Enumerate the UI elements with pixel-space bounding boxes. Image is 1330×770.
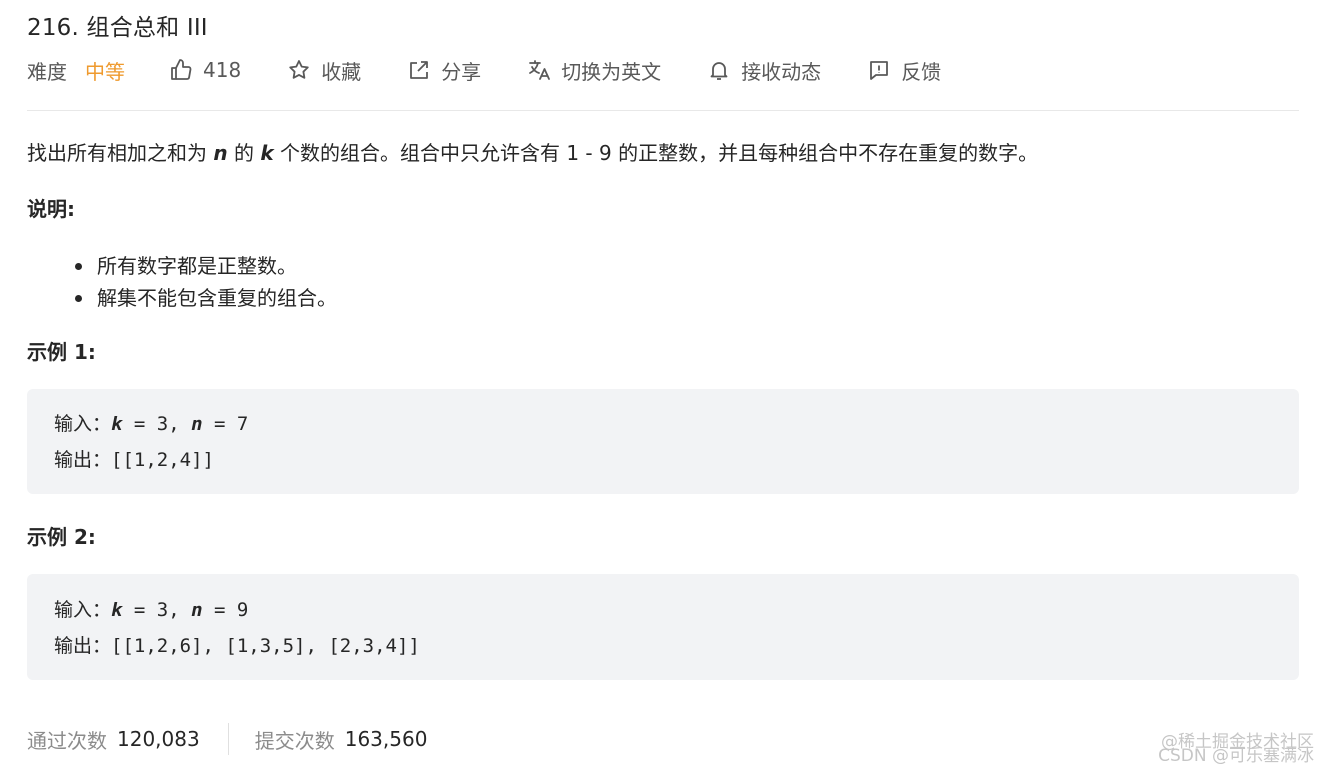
problem-description: 找出所有相加之和为 n 的 k 个数的组合。组合中只允许含有 1 - 9 的正整… bbox=[27, 141, 1039, 165]
notes-list: 所有数字都是正整数。 解集不能包含重复的组合。 bbox=[75, 250, 337, 314]
example-2-heading: 示例 2: bbox=[27, 525, 96, 549]
submissions-label: 提交次数 bbox=[254, 728, 335, 753]
favorite-label: 收藏 bbox=[321, 59, 362, 84]
subscribe-label: 接收动态 bbox=[741, 59, 822, 84]
difficulty-label: 难度 bbox=[27, 59, 67, 84]
stats-divider bbox=[227, 723, 229, 755]
difficulty-badge: 中等 bbox=[85, 59, 125, 84]
feedback-icon bbox=[870, 61, 889, 80]
list-item: 所有数字都是正整数。 bbox=[75, 250, 337, 282]
example-1-heading: 示例 1: bbox=[27, 340, 96, 364]
favorite-button[interactable]: 收藏 bbox=[287, 56, 361, 85]
feedback-label: 反馈 bbox=[901, 59, 942, 84]
accepted-label: 通过次数 bbox=[27, 728, 107, 753]
bell-icon bbox=[710, 62, 728, 80]
accepted-count: 120,083 bbox=[117, 727, 200, 751]
watermark-csdn: CSDN @可乐塞满冰 bbox=[1158, 746, 1314, 766]
share-icon bbox=[410, 61, 429, 79]
share-label: 分享 bbox=[441, 59, 482, 84]
thumbs-up-icon bbox=[171, 59, 192, 80]
notes-heading: 说明: bbox=[27, 197, 75, 221]
submissions-count: 163,560 bbox=[344, 727, 428, 751]
example-2-code-block: 输入：k = 3, n = 9 输出：[[1,2,6], [1,3,5], [2… bbox=[27, 574, 1299, 680]
example-1-input: 输入：k = 3, n = 7 bbox=[54, 413, 249, 435]
problem-toolbar: 难度 中等 418 收藏 分享 切换为英文 接收动态 反馈 bbox=[27, 55, 987, 85]
switch-language-button[interactable]: 切换为英文 bbox=[527, 56, 661, 85]
switch-language-label: 切换为英文 bbox=[561, 59, 662, 84]
star-icon bbox=[289, 60, 309, 79]
variable-k: k bbox=[260, 141, 274, 165]
feedback-button[interactable]: 反馈 bbox=[867, 56, 941, 85]
share-button[interactable]: 分享 bbox=[407, 56, 481, 85]
header-divider bbox=[27, 110, 1299, 111]
example-2-input: 输入：k = 3, n = 9 bbox=[54, 599, 249, 621]
submission-stats: 通过次数 120,083 提交次数 163,560 bbox=[27, 723, 427, 755]
like-count: 418 bbox=[203, 58, 242, 82]
subscribe-button[interactable]: 接收动态 bbox=[707, 56, 821, 85]
translate-icon bbox=[529, 60, 551, 80]
like-button[interactable]: 418 bbox=[169, 58, 241, 82]
example-2-output: 输出：[[1,2,6], [1,3,5], [2,3,4]] bbox=[54, 635, 420, 657]
list-item: 解集不能包含重复的组合。 bbox=[75, 282, 337, 314]
problem-title: 216. 组合总和 III bbox=[27, 15, 208, 41]
example-1-output: 输出：[[1,2,4]] bbox=[54, 449, 214, 471]
variable-n: n bbox=[213, 141, 228, 165]
example-1-code-block: 输入：k = 3, n = 7 输出：[[1,2,4]] bbox=[27, 389, 1299, 494]
